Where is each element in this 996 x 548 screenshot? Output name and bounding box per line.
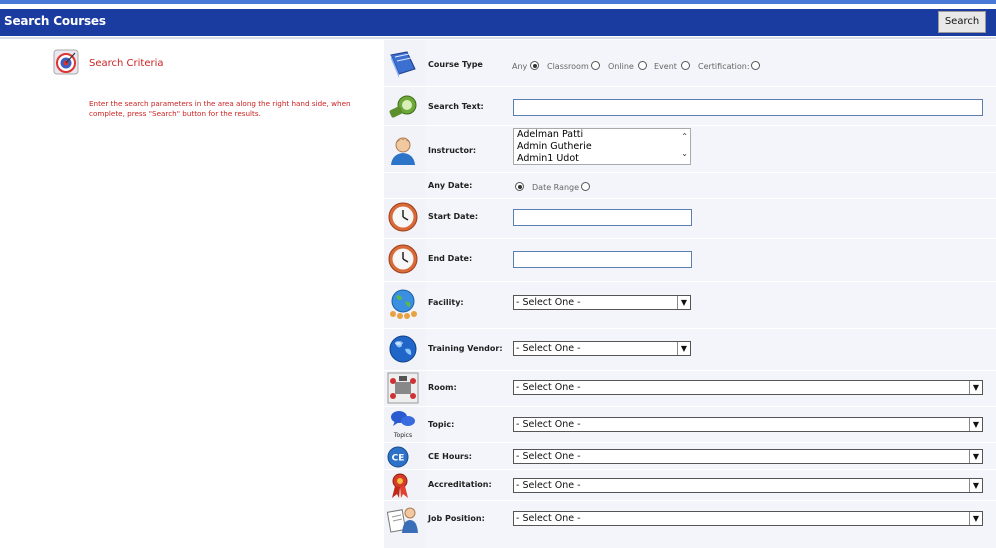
row-divider xyxy=(384,469,996,470)
start-date-label: Start Date: xyxy=(428,212,479,221)
date-range-radio[interactable] xyxy=(581,182,590,191)
job-position-select-value: - Select One - xyxy=(516,513,581,524)
search-text-input[interactable] xyxy=(513,99,983,116)
chevron-down-icon: ▼ xyxy=(969,512,982,525)
ce-badge-icon: CE xyxy=(387,446,409,468)
clock-icon xyxy=(388,202,418,232)
job-position-label: Job Position: xyxy=(428,514,485,523)
row-divider xyxy=(384,328,996,329)
row-divider xyxy=(384,281,996,282)
facility-select[interactable]: - Select One - ▼ xyxy=(513,295,691,310)
row-divider xyxy=(384,86,996,87)
list-item[interactable]: Admin Gutherie xyxy=(514,141,690,153)
course-type-event-radio[interactable] xyxy=(681,61,690,70)
chevron-down-icon: ▼ xyxy=(969,450,982,463)
clock-icon xyxy=(388,244,418,274)
criteria-title: Search Criteria xyxy=(89,58,164,69)
chevron-down-icon: ▼ xyxy=(969,418,982,431)
book-icon xyxy=(390,51,416,78)
training-vendor-label: Training Vendor: xyxy=(428,344,503,353)
instructor-label: Instructor: xyxy=(428,146,477,155)
course-type-event-label: Event xyxy=(654,62,677,71)
chevron-down-icon: ▼ xyxy=(969,479,982,492)
course-type-classroom-label: Classroom xyxy=(547,62,589,71)
course-type-certification-label: Certification: xyxy=(698,62,750,71)
top-accent-strip xyxy=(0,0,996,4)
chevron-down-icon: ▼ xyxy=(677,296,690,309)
course-type-certification-radio[interactable] xyxy=(751,61,760,70)
topic-label: Topic: xyxy=(428,420,455,429)
end-date-label: End Date: xyxy=(428,254,473,263)
ce-hours-select[interactable]: - Select One - ▼ xyxy=(513,449,983,464)
any-date-label: Any Date: xyxy=(428,181,473,190)
ribbon-icon xyxy=(392,473,408,498)
text-search-icon xyxy=(389,95,417,118)
chevron-down-icon: ▼ xyxy=(677,342,690,355)
row-divider xyxy=(384,172,996,173)
topics-icon: Topics xyxy=(391,411,415,439)
chevron-down-icon: ▼ xyxy=(969,381,982,394)
list-item[interactable]: Admin1 Udot xyxy=(514,153,690,164)
row-divider xyxy=(384,125,996,126)
ce-hours-select-value: - Select One - xyxy=(516,451,581,462)
row-divider xyxy=(384,238,996,239)
ce-badge-text: CE xyxy=(392,454,405,464)
globe-people-icon xyxy=(390,289,417,319)
training-vendor-select[interactable]: - Select One - ▼ xyxy=(513,341,691,356)
scroll-up-icon[interactable]: ⌃ xyxy=(681,132,688,141)
divider xyxy=(0,37,996,39)
course-type-classroom-radio[interactable] xyxy=(591,61,600,70)
room-select[interactable]: - Select One - ▼ xyxy=(513,380,983,395)
date-range-label: Date Range xyxy=(532,183,580,192)
page-title: Search Courses xyxy=(4,14,106,28)
search-button[interactable]: Search xyxy=(938,11,986,33)
list-item[interactable]: Adelman Patti xyxy=(514,129,690,141)
scroll-down-icon[interactable]: ⌄ xyxy=(681,149,688,158)
start-date-input[interactable] xyxy=(513,209,692,226)
target-icon xyxy=(53,49,79,75)
course-type-online-label: Online xyxy=(608,62,634,71)
criteria-instructions: Enter the search parameters in the area … xyxy=(89,99,351,118)
form-panel xyxy=(425,40,996,548)
row-divider xyxy=(384,406,996,407)
course-type-label: Course Type xyxy=(428,60,483,69)
training-vendor-select-value: - Select One - xyxy=(516,343,581,354)
job-position-select[interactable]: - Select One - ▼ xyxy=(513,511,983,526)
accreditation-select[interactable]: - Select One - ▼ xyxy=(513,478,983,493)
globe-icon xyxy=(389,335,417,363)
topic-select[interactable]: - Select One - ▼ xyxy=(513,417,983,432)
ce-hours-label: CE Hours: xyxy=(428,452,472,461)
facility-label: Facility: xyxy=(428,298,464,307)
row-divider xyxy=(384,442,996,443)
title-bar: Search Courses xyxy=(0,9,996,36)
job-icon xyxy=(387,507,418,533)
course-type-online-radio[interactable] xyxy=(638,61,647,70)
search-text-label: Search Text: xyxy=(428,102,484,111)
row-divider xyxy=(384,198,996,199)
room-icon xyxy=(387,372,419,404)
instructor-listbox[interactable]: Adelman Patti Admin Gutherie Admin1 Udot… xyxy=(513,128,691,165)
topics-icon-caption: Topics xyxy=(393,432,412,439)
accreditation-select-value: - Select One - xyxy=(516,480,581,491)
facility-select-value: - Select One - xyxy=(516,297,581,308)
any-date-radio[interactable] xyxy=(515,182,524,191)
room-label: Room: xyxy=(428,383,457,392)
row-divider xyxy=(384,370,996,371)
end-date-input[interactable] xyxy=(513,251,692,268)
course-type-any-label: Any xyxy=(512,62,528,71)
accreditation-label: Accreditation: xyxy=(428,480,492,489)
topic-select-value: - Select One - xyxy=(516,419,581,430)
person-icon xyxy=(391,137,415,165)
course-type-any-radio[interactable] xyxy=(530,61,539,70)
room-select-value: - Select One - xyxy=(516,382,581,393)
row-divider xyxy=(384,500,996,501)
